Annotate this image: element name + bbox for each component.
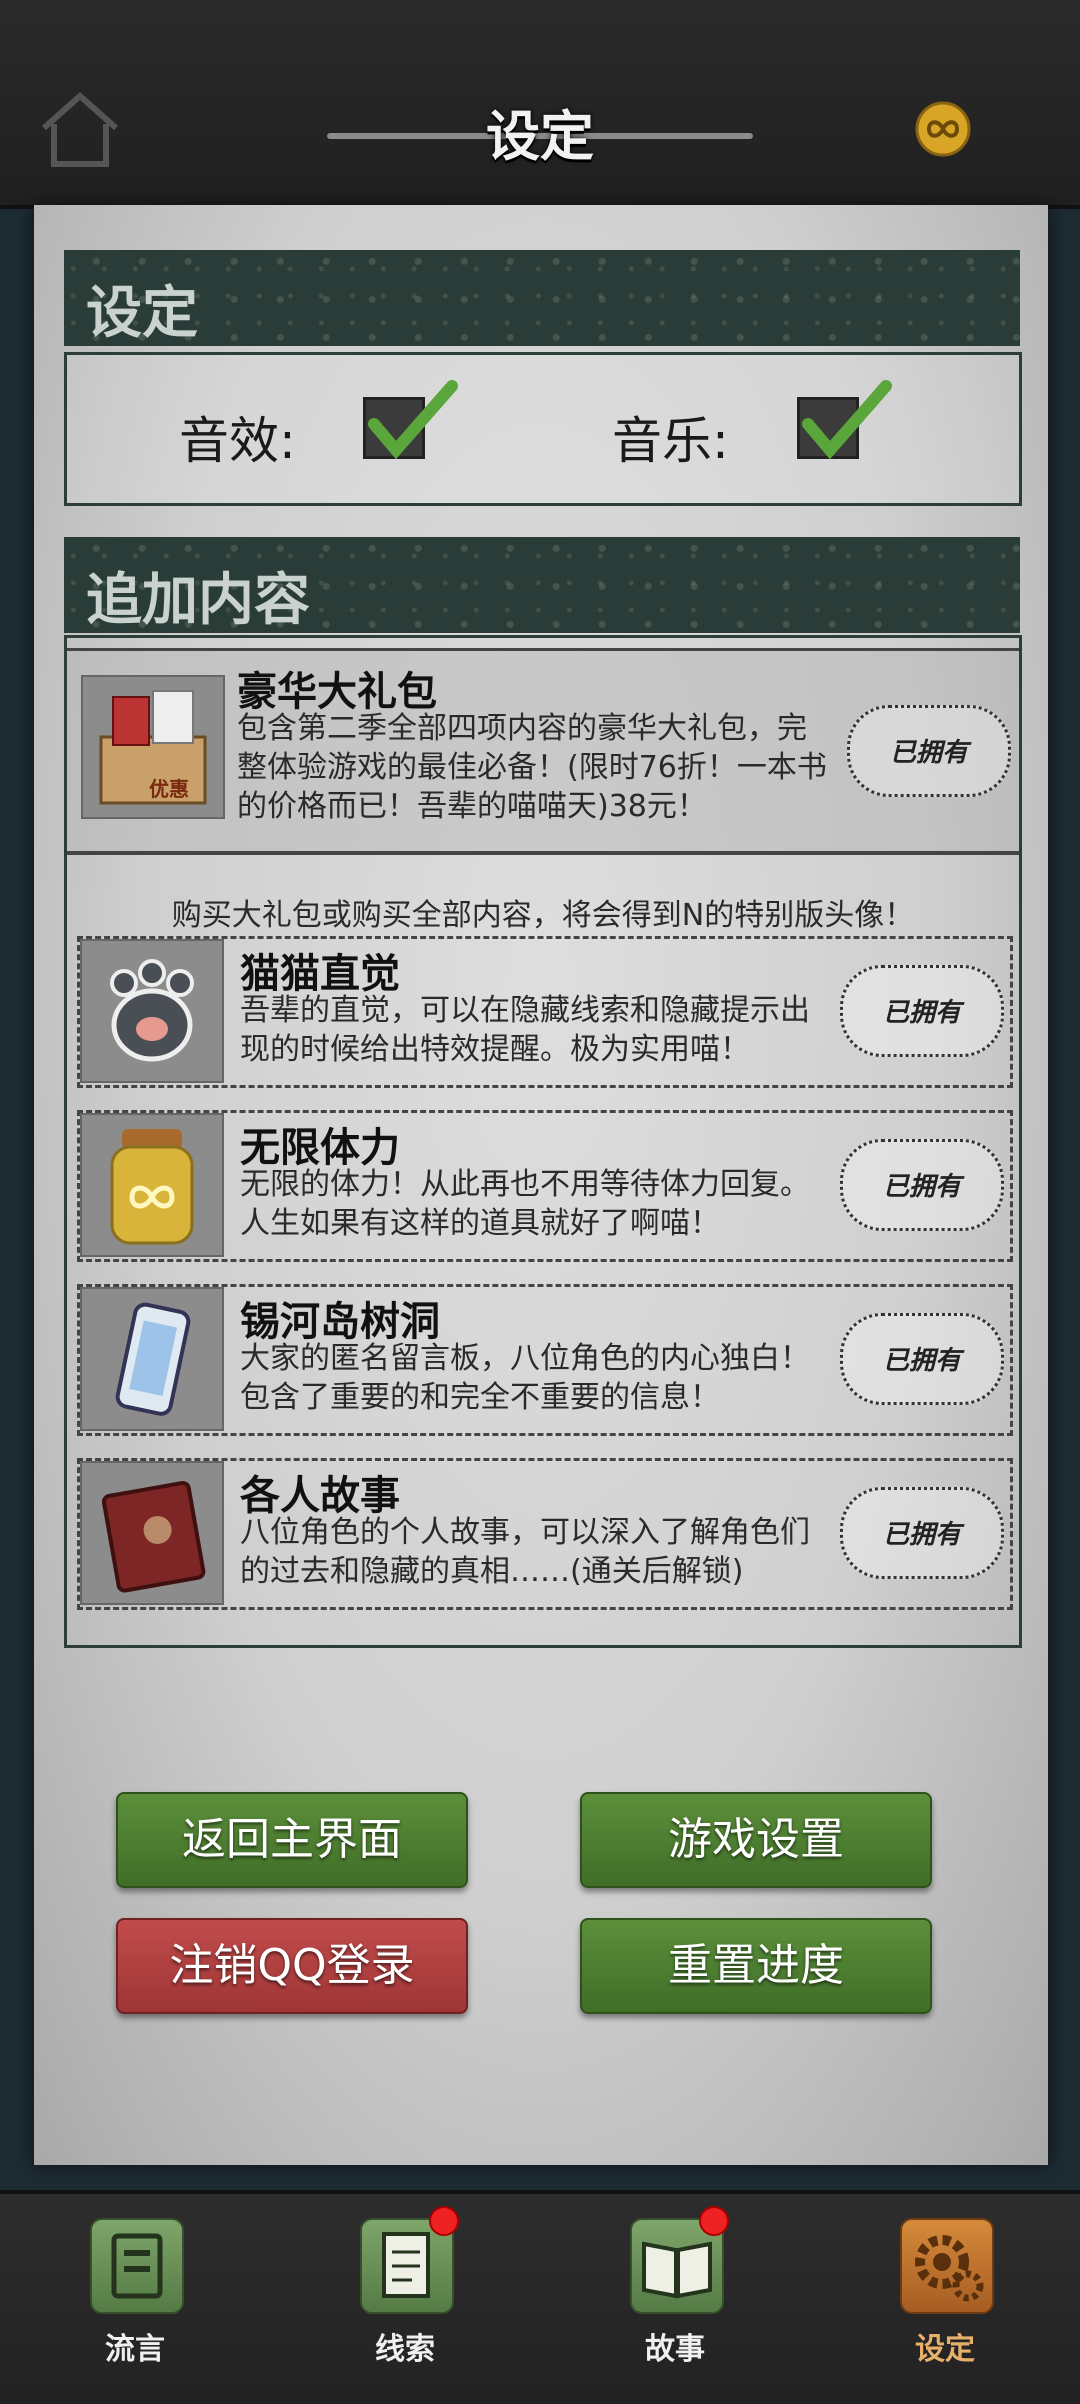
item-description: 吾辈的直觉，可以在隐藏线索和隐藏提示出现的时候给出特效提醒。极为实用喵！ bbox=[240, 993, 810, 1067]
owned-stamp: 已拥有 bbox=[847, 705, 1011, 797]
infinity-coin-icon[interactable] bbox=[914, 100, 972, 158]
top-bar: 设定 bbox=[0, 0, 1080, 209]
notification-badge bbox=[429, 2206, 459, 2236]
audio-settings-box: 音效: 音乐: bbox=[64, 352, 1022, 506]
sound-effects-checkbox[interactable] bbox=[363, 380, 458, 460]
sound-effects-label: 音效: bbox=[179, 412, 296, 470]
owned-stamp: 已拥有 bbox=[840, 1313, 1004, 1405]
checkmark-icon bbox=[368, 380, 458, 460]
notification-badge bbox=[699, 2206, 729, 2236]
reset-progress-button[interactable]: 重置进度 bbox=[580, 1918, 932, 2014]
owned-stamp: 已拥有 bbox=[840, 965, 1004, 1057]
logout-qq-button[interactable]: 注销QQ登录 bbox=[116, 1918, 468, 2014]
addon-item-personal-stories[interactable]: 各人故事 八位角色的个人故事，可以深入了解角色们的过去和隐藏的真相……(通关后解… bbox=[77, 1458, 1013, 1610]
cat-paw-icon bbox=[80, 939, 224, 1083]
music-label: 音乐: bbox=[612, 412, 729, 470]
owned-label: 已拥有 bbox=[882, 1346, 961, 1376]
settings-section-title: 设定 bbox=[86, 281, 198, 346]
settings-section-header: 设定 bbox=[64, 250, 1020, 346]
nav-label: 故事 bbox=[645, 2332, 705, 2367]
nav-item-rumors[interactable]: 流言 bbox=[75, 2218, 195, 2388]
item-description: 无限的体力！从此再也不用等待体力回复。人生如果有这样的道具就好了啊喵！ bbox=[240, 1167, 810, 1241]
settings-panel: 设定 音效: 音乐: 追加内容 优惠 豪华大礼包 包含第二季全部四项内容的豪华大… bbox=[34, 205, 1048, 2165]
nav-item-clues[interactable]: 线索 bbox=[345, 2206, 465, 2388]
checkmark-icon bbox=[802, 380, 892, 460]
addon-item-cat-intuition[interactable]: 猫猫直觉 吾辈的直觉，可以在隐藏线索和隐藏提示出现的时候给出特效提醒。极为实用喵… bbox=[77, 936, 1013, 1088]
addons-list: 优惠 豪华大礼包 包含第二季全部四项内容的豪华大礼包，完整体验游戏的最佳必备！(… bbox=[64, 635, 1022, 1648]
bottom-nav: 流言 线索 故事 设定 bbox=[0, 2190, 1080, 2404]
item-description: 八位角色的个人故事，可以深入了解角色们的过去和隐藏的真相……(通关后解锁) bbox=[240, 1515, 810, 1589]
nav-item-stories[interactable]: 故事 bbox=[615, 2206, 735, 2388]
phone-icon bbox=[80, 1287, 224, 1431]
bundle-thumb-label: 优惠 bbox=[149, 777, 189, 801]
owned-label: 已拥有 bbox=[882, 1172, 961, 1202]
addon-item-infinite-stamina[interactable]: 无限体力 无限的体力！从此再也不用等待体力回复。人生如果有这样的道具就好了啊喵！… bbox=[77, 1110, 1013, 1262]
nav-label: 线索 bbox=[375, 2332, 435, 2367]
promo-text: 购买大礼包或购买全部内容，将会得到N的特别版头像！ bbox=[171, 898, 915, 933]
item-description: 大家的匿名留言板，八位角色的内心独白！包含了重要的和完全不重要的信息！ bbox=[240, 1341, 810, 1415]
game-settings-button[interactable]: 游戏设置 bbox=[580, 1792, 932, 1888]
gift-box-icon: 优惠 bbox=[81, 675, 225, 819]
addons-section-header: 追加内容 bbox=[64, 537, 1020, 633]
addon-item-treehole[interactable]: 锡河岛树洞 大家的匿名留言板，八位角色的内心独白！包含了重要的和完全不重要的信息… bbox=[77, 1284, 1013, 1436]
settings-gear-icon bbox=[900, 2218, 994, 2314]
bundle-description: 包含第二季全部四项内容的豪华大礼包，完整体验游戏的最佳必备！(限时76折！一本书… bbox=[237, 711, 827, 824]
owned-stamp: 已拥有 bbox=[840, 1487, 1004, 1579]
owned-label: 已拥有 bbox=[889, 738, 968, 768]
book-icon bbox=[80, 1461, 224, 1605]
music-checkbox[interactable] bbox=[797, 380, 892, 460]
nav-label: 设定 bbox=[915, 2332, 975, 2367]
infinity-jar-icon bbox=[80, 1113, 224, 1257]
rumor-icon bbox=[90, 2218, 184, 2314]
nav-label: 流言 bbox=[105, 2332, 165, 2367]
owned-stamp: 已拥有 bbox=[840, 1139, 1004, 1231]
addons-section-title: 追加内容 bbox=[86, 568, 310, 633]
owned-label: 已拥有 bbox=[882, 998, 961, 1028]
return-main-button[interactable]: 返回主界面 bbox=[116, 1792, 468, 1888]
owned-label: 已拥有 bbox=[882, 1520, 961, 1550]
bundle-item[interactable]: 优惠 豪华大礼包 包含第二季全部四项内容的豪华大礼包，完整体验游戏的最佳必备！(… bbox=[67, 648, 1019, 855]
nav-item-settings[interactable]: 设定 bbox=[885, 2218, 1005, 2388]
